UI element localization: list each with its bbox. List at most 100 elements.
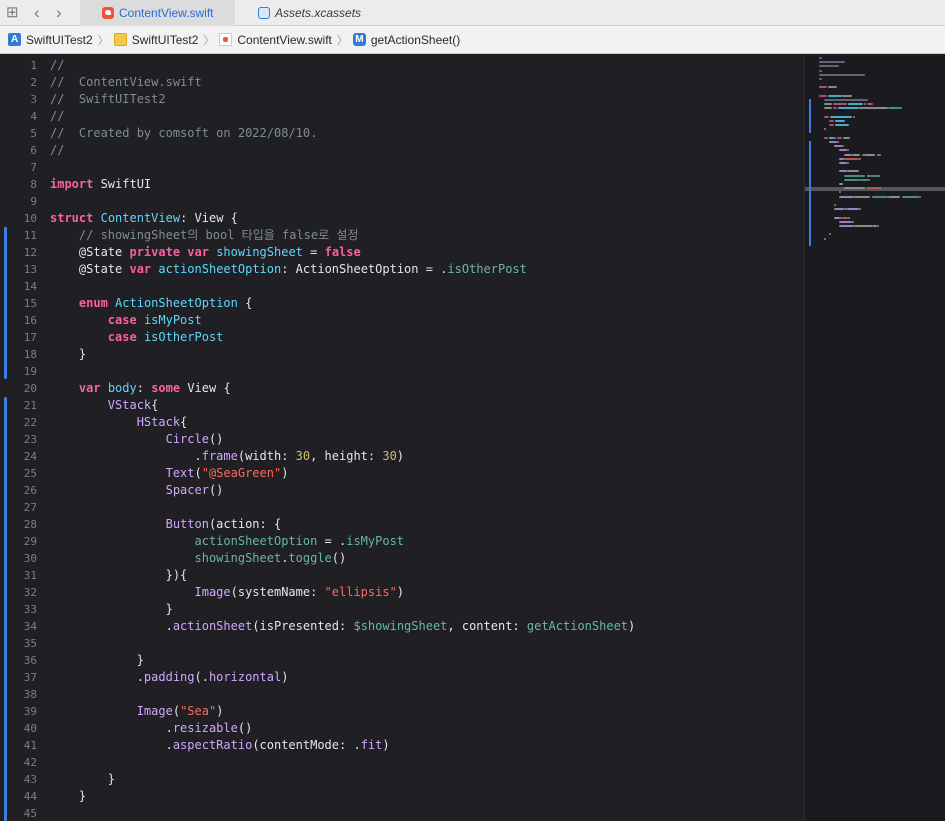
minimap-code-stroke (852, 115, 855, 118)
code-token: ) (281, 466, 289, 480)
code-line[interactable]: 15 enum ActionSheetOption { (0, 295, 804, 312)
code-line[interactable]: 39 Image("Sea") (0, 703, 804, 720)
code-token: Circle (50, 432, 209, 446)
code-line[interactable]: 22 HStack{ (0, 414, 804, 431)
breadcrumb-project[interactable]: SwiftUITest2 (8, 33, 93, 47)
forward-chevron-icon[interactable]: › (56, 4, 62, 22)
minimap-code-stroke (841, 94, 852, 97)
code-text: } (50, 652, 144, 669)
code-line[interactable]: 27 (0, 499, 804, 516)
code-token: { (237, 296, 253, 310)
code-line[interactable]: 43 } (0, 771, 804, 788)
minimap-code-stroke (824, 115, 829, 118)
code-line[interactable]: 25 Text("@SeaGreen") (0, 465, 804, 482)
code-line[interactable]: 3 // SwiftUITest2 (0, 91, 804, 108)
code-line[interactable]: 23 Circle() (0, 431, 804, 448)
code-line[interactable]: 24 .frame(width: 30, height: 30) (0, 448, 804, 465)
minimap-code-stroke (840, 220, 852, 223)
line-number: 8 (30, 178, 37, 191)
line-number: 38 (23, 688, 37, 701)
code-line[interactable]: 45 (0, 805, 804, 821)
code-line[interactable]: 26 Spacer() (0, 482, 804, 499)
code-line[interactable]: 30 showingSheet.toggle() (0, 550, 804, 567)
minimap-code-stroke (842, 136, 851, 139)
code-line[interactable]: 7 (0, 159, 804, 176)
minimap-code-stroke (840, 195, 854, 198)
code-token: ) (216, 704, 224, 718)
back-chevron-icon[interactable]: ‹ (34, 4, 40, 22)
code-token: Image (50, 585, 231, 599)
grid-icon[interactable]: ⊞ (6, 4, 19, 22)
code-line[interactable]: 11 // showingSheet의 bool 타입을 false로 설정 (0, 227, 804, 244)
tab-contentview[interactable]: ContentView.swift (80, 0, 235, 26)
code-text: Circle() (50, 431, 224, 448)
code-line[interactable]: 6 // (0, 142, 804, 159)
code-token: ( (172, 704, 181, 718)
line-number: 37 (23, 671, 37, 684)
swift-file-icon (102, 7, 114, 19)
line-number: 13 (23, 263, 37, 276)
minimap-code-stroke (819, 73, 866, 76)
code-line[interactable]: 21 VStack{ (0, 397, 804, 414)
minimap-code-stroke (832, 107, 837, 110)
code-token: Button (50, 517, 209, 531)
code-line[interactable]: 44 } (0, 788, 804, 805)
code-line[interactable]: 36 } (0, 652, 804, 669)
code-line[interactable]: 5 // Created by comsoft on 2022/08/10. (0, 125, 804, 142)
line-number: 1 (30, 59, 37, 72)
code-line[interactable]: 14 (0, 278, 804, 295)
minimap-code-stroke (846, 208, 859, 211)
code-token: // SwiftUITest2 (50, 92, 166, 106)
code-line[interactable]: 34 .actionSheet(isPresented: $showingShe… (0, 618, 804, 635)
code-line[interactable]: 41 .aspectRatio(contentMode: .fit) (0, 737, 804, 754)
minimap-code-stroke (824, 99, 868, 101)
code-line[interactable]: 4 // (0, 108, 804, 125)
code-line[interactable]: 13 @State var actionSheetOption: ActionS… (0, 261, 804, 278)
tab-assets[interactable]: Assets.xcassets (236, 0, 386, 26)
code-token: resizable (172, 721, 238, 735)
code-line[interactable]: 42 (0, 754, 804, 771)
code-line[interactable]: 18 } (0, 346, 804, 363)
line-number: 44 (23, 790, 37, 803)
code-line[interactable]: 37 .padding(.horizontal) (0, 669, 804, 686)
breadcrumb-file[interactable]: ContentView.swift (219, 33, 332, 47)
code-line[interactable]: 40 .resizable() (0, 720, 804, 737)
code-line[interactable]: 16 case isMyPost (0, 312, 804, 329)
minimap-code-stroke (829, 141, 837, 143)
code-line[interactable]: 31 }){ (0, 567, 804, 584)
line-number: 5 (30, 127, 37, 140)
code-editor[interactable]: 1 // 2 // ContentView.swift 3 // SwiftUITest2… (0, 55, 804, 821)
code-line[interactable]: 35 (0, 635, 804, 652)
code-token: 30 (382, 449, 397, 463)
code-token: // (50, 109, 65, 123)
code-token: // (50, 58, 65, 72)
code-token: , height: (310, 449, 383, 463)
code-line[interactable]: 38 (0, 686, 804, 703)
code-line[interactable]: 9 (0, 193, 804, 210)
code-token: actionSheetOption (50, 534, 318, 548)
minimap-change-indicator (809, 99, 811, 133)
breadcrumb-folder[interactable]: SwiftUITest2 (113, 33, 198, 47)
code-line[interactable]: 29 actionSheetOption = .isMyPost (0, 533, 804, 550)
code-line[interactable]: 19 (0, 363, 804, 380)
code-line[interactable]: 12 @State private var showingSheet = fal… (0, 244, 804, 261)
code-line[interactable]: 33 } (0, 601, 804, 618)
code-token: () (208, 432, 224, 446)
code-token: padding (143, 670, 195, 684)
minimap[interactable] (804, 55, 945, 821)
code-line[interactable]: 1 // (0, 57, 804, 74)
code-token: getActionSheet (526, 619, 629, 633)
code-line[interactable]: 10 struct ContentView: View { (0, 210, 804, 227)
code-line[interactable]: 32 Image(systemName: "ellipsis") (0, 584, 804, 601)
breadcrumb-method[interactable]: M getActionSheet() (352, 33, 460, 47)
code-line[interactable]: 28 Button(action: { (0, 516, 804, 533)
code-line[interactable]: 2 // ContentView.swift (0, 74, 804, 91)
minimap-code-stroke (824, 136, 828, 139)
line-number: 40 (23, 722, 37, 735)
code-line[interactable]: 8 import SwiftUI (0, 176, 804, 193)
line-number: 41 (23, 739, 37, 752)
code-line[interactable]: 17 case isOtherPost (0, 329, 804, 346)
code-line[interactable]: 20 var body: some View { (0, 380, 804, 397)
